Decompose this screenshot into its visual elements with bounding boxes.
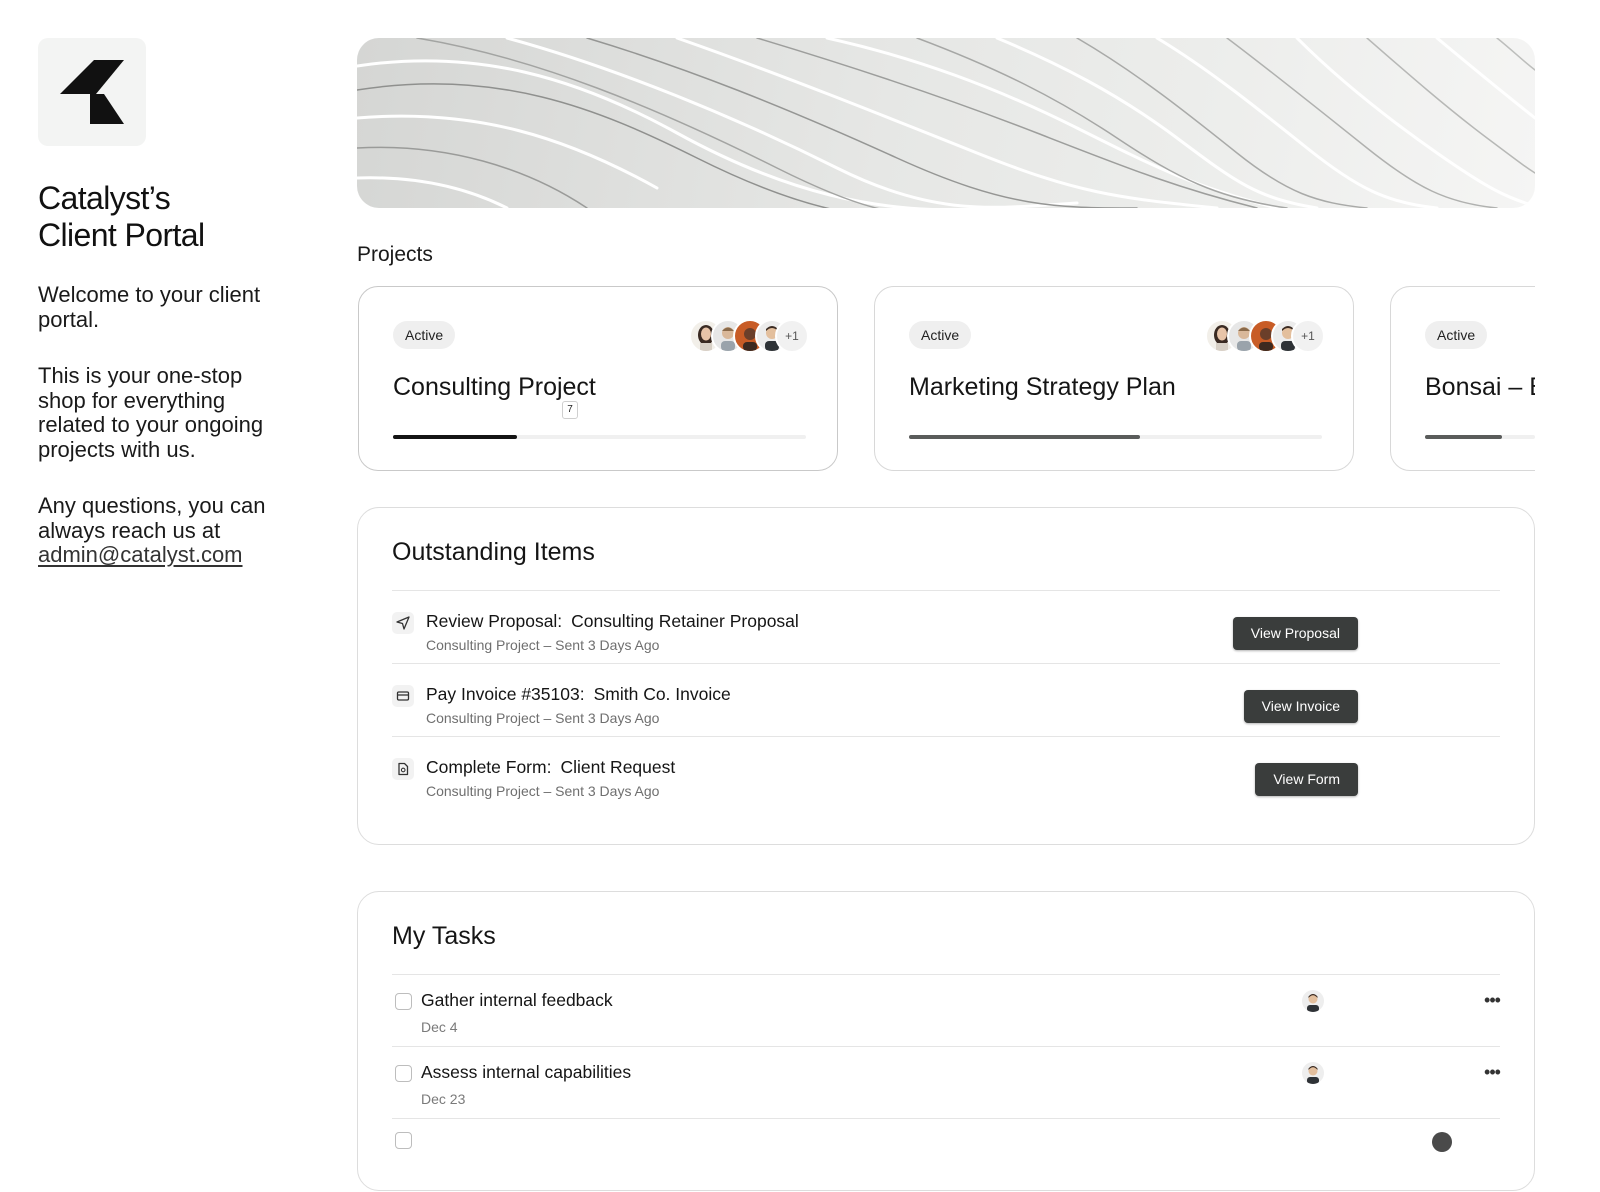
task-due-date: Dec 4 <box>421 1019 458 1035</box>
item-action: Pay Invoice #35103: <box>426 684 585 704</box>
task-title[interactable]: Gather internal feedback <box>421 990 613 1011</box>
catalyst-k-logo-icon <box>60 60 124 124</box>
project-title: Consulting Project <box>393 373 596 401</box>
project-title: Marketing Strategy Plan <box>909 373 1176 401</box>
wave-architecture-pattern <box>357 38 1535 208</box>
item-name: Consulting Retainer Proposal <box>571 611 799 631</box>
portal-title-line2: Client Portal <box>38 217 205 253</box>
contact-block: Any questions, you can always reach us a… <box>38 493 288 568</box>
more-options-icon[interactable]: ••• <box>1480 991 1504 1009</box>
project-card-marketing[interactable]: Active +1 Marketing Strategy Plan <box>874 286 1354 471</box>
item-action: Complete Form: <box>426 757 552 777</box>
task-row: Gather internal feedback Dec 4 ••• <box>392 976 1501 1048</box>
view-form-button[interactable]: View Form <box>1255 763 1358 796</box>
status-badge: Active <box>909 321 972 349</box>
invoice-card-icon <box>392 685 414 707</box>
project-title: Bonsai – B <box>1425 373 1535 401</box>
task-checkbox[interactable] <box>395 993 412 1010</box>
item-action: Review Proposal: <box>426 611 563 631</box>
my-tasks-panel: My Tasks Gather internal feedback Dec 4 … <box>357 891 1535 1191</box>
progress-bar <box>393 435 806 439</box>
task-checkbox[interactable] <box>395 1132 412 1149</box>
status-badge: Active <box>1425 321 1488 349</box>
tasks-heading: My Tasks <box>392 922 496 950</box>
portal-title-line1: Catalyst’s <box>38 180 171 216</box>
company-logo <box>38 38 146 146</box>
count-badge: 7 <box>562 401 578 419</box>
task-row-partial <box>392 1120 1500 1192</box>
status-badge: Active <box>393 321 456 349</box>
view-proposal-button[interactable]: View Proposal <box>1232 617 1358 650</box>
outstanding-item-proposal: Review Proposal: Consulting Retainer Prop… <box>392 598 1500 670</box>
item-title: Review Proposal: Consulting Retainer Prop… <box>426 611 799 632</box>
assignee-avatar[interactable] <box>1432 1132 1452 1152</box>
divider <box>392 590 1500 591</box>
extra-members-count: +1 <box>775 319 809 353</box>
item-name: Smith Co. Invoice <box>593 684 731 704</box>
send-icon <box>392 612 414 634</box>
task-checkbox[interactable] <box>395 1065 412 1082</box>
extra-members-count: +1 <box>1291 319 1325 353</box>
projects-carousel: Active +1 Consulting Project 7 Active +1… <box>357 285 1535 475</box>
task-row: Assess internal capabilities Dec 23 ••• <box>392 1048 1501 1120</box>
contact-email-link[interactable]: admin@catalyst.com <box>38 542 243 567</box>
description-text: This is your one-stop shop for everythin… <box>38 363 264 462</box>
welcome-text: Welcome to your client portal. <box>38 282 261 332</box>
item-meta: Consulting Project – Sent 3 Days Ago <box>426 783 660 799</box>
task-title[interactable]: Assess internal capabilities <box>421 1062 631 1083</box>
outstanding-item-form: Complete Form: Client Request Consulting … <box>392 744 1500 816</box>
progress-fill <box>1425 435 1502 439</box>
hero-banner-image <box>357 38 1535 208</box>
task-due-date: Dec 23 <box>421 1091 466 1107</box>
project-card-bonsai[interactable]: Active Bonsai – B <box>1390 286 1535 471</box>
divider <box>392 1118 1500 1119</box>
projects-heading: Projects <box>357 243 433 266</box>
progress-fill <box>909 435 1141 439</box>
item-meta: Consulting Project – Sent 3 Days Ago <box>426 710 660 726</box>
progress-bar <box>909 435 1322 439</box>
contact-text: Any questions, you can always reach us a… <box>38 493 266 543</box>
item-name: Client Request <box>560 757 676 777</box>
item-title: Complete Form: Client Request <box>426 757 675 778</box>
more-options-icon[interactable]: ••• <box>1480 1063 1504 1081</box>
form-document-icon <box>392 758 414 780</box>
team-avatars: +1 <box>1205 319 1325 353</box>
assignee-avatar[interactable] <box>1302 1062 1324 1084</box>
item-title: Pay Invoice #35103: Smith Co. Invoice <box>426 684 731 705</box>
divider <box>392 974 1500 975</box>
outstanding-items-panel: Outstanding Items Review Proposal: Consul… <box>357 507 1535 845</box>
divider <box>392 663 1500 664</box>
team-avatars: +1 <box>689 319 809 353</box>
view-invoice-button[interactable]: View Invoice <box>1243 690 1358 723</box>
progress-bar <box>1425 435 1535 439</box>
project-card-consulting[interactable]: Active +1 Consulting Project 7 <box>358 286 838 471</box>
item-meta: Consulting Project – Sent 3 Days Ago <box>426 637 660 653</box>
progress-fill <box>393 435 517 439</box>
divider <box>392 1046 1500 1047</box>
assignee-avatar[interactable] <box>1302 990 1324 1012</box>
portal-title: Catalyst’s Client Portal <box>38 180 298 254</box>
outstanding-heading: Outstanding Items <box>392 538 595 566</box>
outstanding-item-invoice: Pay Invoice #35103: Smith Co. Invoice Con… <box>392 671 1500 743</box>
divider <box>392 736 1500 737</box>
